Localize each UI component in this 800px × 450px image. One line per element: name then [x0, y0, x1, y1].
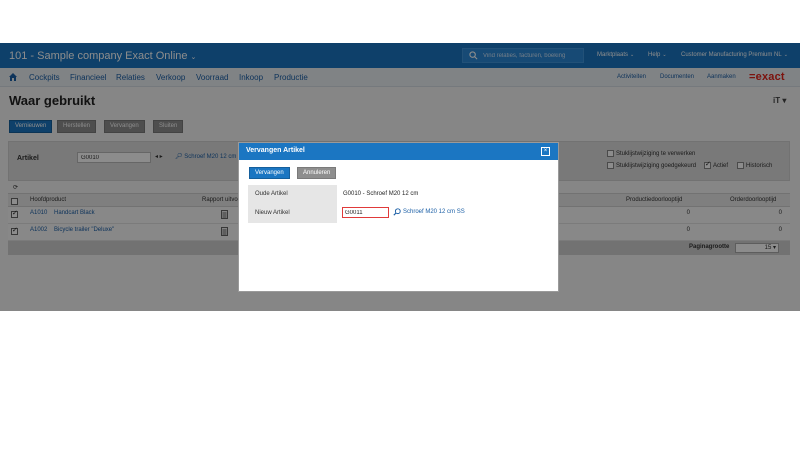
new-article-description: Schroef M20 12 cm SS — [403, 209, 465, 215]
new-article-lookup-link[interactable]: Schroef M20 12 cm SS — [393, 208, 465, 216]
old-article-label: Oude Artikel — [255, 191, 288, 197]
app-window: 101 - Sample company Exact Online⌄ Markt… — [0, 43, 800, 311]
dialog-cancel-button[interactable]: Annuleren — [297, 167, 337, 179]
new-article-label: Nieuw Artikel — [255, 210, 290, 216]
replace-article-dialog: Vervangen Artikel × Vervangen Annuleren … — [238, 142, 559, 292]
dialog-title: Vervangen Artikel — [246, 147, 305, 154]
dialog-form: Oude Artikel G0010 - Schroef M20 12 cm N… — [248, 185, 550, 223]
old-article-value: G0010 - Schroef M20 12 cm — [343, 191, 419, 197]
new-article-input[interactable] — [342, 207, 389, 218]
magnifier-icon — [393, 208, 401, 216]
dialog-header: Vervangen Artikel × — [239, 143, 558, 160]
dialog-replace-button[interactable]: Vervangen — [249, 167, 290, 179]
close-icon[interactable]: × — [541, 147, 550, 156]
